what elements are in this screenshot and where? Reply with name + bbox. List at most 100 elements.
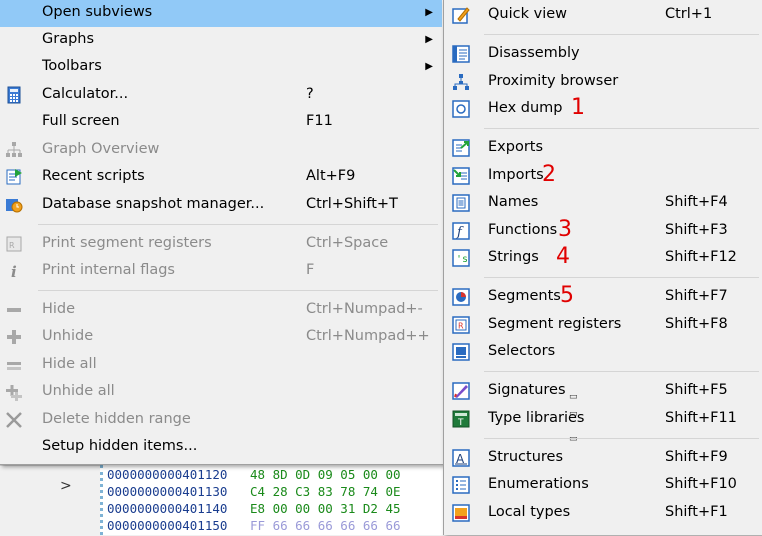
menu-item-functions[interactable]: f Functions Shift+F3 3 xyxy=(444,218,762,245)
menu-item-hide[interactable]: Hide Ctrl+Numpad+- xyxy=(0,297,442,324)
minus-icon xyxy=(7,308,21,312)
menu-item-label: Setup hidden items... xyxy=(42,438,198,454)
hex-line: 0000000000401120 48 8D 0D 09 05 00 00 xyxy=(107,467,401,482)
menu-item-delete-hidden-range[interactable]: Delete hidden range xyxy=(0,407,442,434)
menu-item-graph-overview[interactable]: Graph Overview xyxy=(0,137,442,164)
hex-address: 0000000000401130 xyxy=(107,484,228,499)
menu-item-shortcut: Ctrl+Numpad+- xyxy=(306,301,423,317)
proximity-icon xyxy=(453,74,469,90)
menu-item-label: Segment registers xyxy=(488,316,622,332)
menu-item-recent-scripts[interactable]: Recent scripts Alt+F9 xyxy=(0,164,442,191)
menu-item-label: Open subviews xyxy=(42,4,153,20)
exports-icon xyxy=(452,139,470,157)
submenu-arrow-icon: ▶ xyxy=(425,61,433,72)
menu-item-shortcut: Shift+F3 xyxy=(665,222,728,238)
svg-text:R: R xyxy=(9,241,15,250)
menu-item-imports[interactable]: Imports 2 xyxy=(444,163,762,190)
menu-item-shortcut: Ctrl+Space xyxy=(306,235,389,251)
menu-item-label: Structures xyxy=(488,449,564,465)
menu-item-label: Hex dump xyxy=(488,100,563,116)
menu-item-segment-registers[interactable]: R Segment registers Shift+F8 xyxy=(444,312,762,339)
menu-item-print-segment-registers[interactable]: R Print segment registers Ctrl+Space xyxy=(0,231,442,258)
menu-item-label: Quick view xyxy=(488,6,567,22)
menu-item-strings[interactable]: 's' Strings Shift+F12 4 xyxy=(444,245,762,272)
hex-line: 0000000000401140 E8 00 00 00 31 D2 45 xyxy=(107,501,401,516)
annotation-number: 5 xyxy=(560,283,574,308)
menu-separator xyxy=(484,371,759,372)
menu-item-graphs[interactable]: Graphs ▶ xyxy=(0,27,442,54)
names-icon xyxy=(452,194,470,212)
menu-item-database-snapshot-manager[interactable]: Database snapshot manager... Ctrl+Shift+… xyxy=(0,192,442,219)
annotation-number: 3 xyxy=(558,217,572,242)
menu-item-type-libraries[interactable]: T Type libraries Shift+F11 ▭ ▭ xyxy=(444,406,762,444)
menu-item-label: Full screen xyxy=(42,113,120,129)
menu-item-label: Enumerations xyxy=(488,476,589,492)
menu-separator xyxy=(484,128,759,129)
menu-item-proximity-browser[interactable]: Proximity browser xyxy=(444,69,762,96)
quick-view-icon xyxy=(452,7,470,24)
hex-bytes: FF 66 66 66 66 66 66 xyxy=(250,518,401,533)
menu-item-label: Graph Overview xyxy=(42,141,160,157)
menu-item-calculator[interactable]: Calculator... ? xyxy=(0,82,442,109)
hex-view[interactable]: 0000000000401120 48 8D 0D 09 05 00 00 00… xyxy=(100,465,448,535)
menu-item-label: Print internal flags xyxy=(42,262,175,278)
info-icon: i xyxy=(11,263,17,280)
hex-dump-icon xyxy=(452,100,470,118)
menu-item-disassembly[interactable]: Disassembly xyxy=(444,41,762,68)
menu-item-label: Unhide all xyxy=(42,383,115,399)
menu-item-toolbars[interactable]: Toolbars ▶ xyxy=(0,54,442,81)
collapse-arrow[interactable]: > xyxy=(60,478,72,494)
menu-item-setup-hidden-items[interactable]: Setup hidden items... xyxy=(0,434,442,461)
menu-item-label: Unhide xyxy=(42,328,94,344)
minus-all-icon xyxy=(7,362,21,370)
structures-icon: A xyxy=(452,449,470,467)
menu-separator xyxy=(484,438,759,439)
menu-item-hide-all[interactable]: Hide all xyxy=(0,352,442,379)
menu-item-structures[interactable]: A Structures Shift+F9 xyxy=(444,445,762,472)
menu-item-unhide[interactable]: Unhide Ctrl+Numpad++ xyxy=(0,324,442,351)
menu-item-shortcut: Shift+F12 xyxy=(665,249,737,265)
menu-item-local-types[interactable]: Local types Shift+F1 xyxy=(444,500,762,527)
segments-icon xyxy=(452,288,470,306)
menu-item-label: Names xyxy=(488,194,539,210)
menu-item-label: Segments xyxy=(488,288,561,304)
local-types-icon xyxy=(452,504,470,522)
menu-item-names[interactable]: Names Shift+F4 xyxy=(444,190,762,217)
menu-item-shortcut: Shift+F10 xyxy=(665,476,737,492)
menu-separator xyxy=(38,224,438,225)
menu-item-shortcut: Shift+F11 xyxy=(665,410,737,426)
annotation-number: 2 xyxy=(542,162,556,187)
menu-item-shortcut: ? xyxy=(306,86,314,102)
menu-item-label: Hide all xyxy=(42,356,97,372)
menu-item-label: Exports xyxy=(488,139,544,155)
menu-item-unhide-all[interactable]: Unhide all xyxy=(0,379,442,406)
menu-item-signatures[interactable]: Signatures Shift+F5 ▭ xyxy=(444,378,762,405)
menu-item-shortcut: Shift+F7 xyxy=(665,288,728,304)
menu-item-hex-dump[interactable]: Hex dump 1 xyxy=(444,96,762,123)
menu-item-label: Delete hidden range xyxy=(42,411,191,427)
menu-item-quick-view[interactable]: Quick view Ctrl+1 xyxy=(444,2,762,29)
menu-item-print-internal-flags[interactable]: i Print internal flags F xyxy=(0,258,442,285)
menu-item-open-subviews[interactable]: Open subviews ▶ xyxy=(0,0,442,27)
menu-item-shortcut: Shift+F4 xyxy=(665,194,728,210)
background-panel: > xyxy=(0,465,100,536)
menu-item-enumerations[interactable]: Enumerations Shift+F10 xyxy=(444,472,762,499)
menu-item-segments[interactable]: Segments Shift+F7 5 xyxy=(444,284,762,311)
menu-item-exports[interactable]: Exports xyxy=(444,135,762,162)
segment-registers-icon: R xyxy=(452,316,470,334)
hex-line: 0000000000401150 FF 66 66 66 66 66 66 xyxy=(107,518,401,533)
graph-tree-icon xyxy=(6,142,22,157)
enumerations-icon xyxy=(452,476,470,494)
menu-item-label: Disassembly xyxy=(488,45,580,61)
strings-icon: 's' xyxy=(452,249,470,267)
script-icon xyxy=(6,169,22,185)
open-subviews-submenu: Quick view Ctrl+1 Disassembly Proximity … xyxy=(443,0,762,535)
hex-line: 0000000000401130 C4 28 C3 83 78 74 0E xyxy=(107,484,401,499)
menu-item-selectors[interactable]: Selectors xyxy=(444,339,762,366)
svg-text:i: i xyxy=(11,263,17,280)
menu-item-full-screen[interactable]: Full screen F11 xyxy=(0,109,442,136)
submenu-arrow-icon: ▶ xyxy=(425,7,433,18)
menu-item-label: Graphs xyxy=(42,31,95,47)
menu-item-label: Calculator... xyxy=(42,86,129,102)
hex-bytes: E8 00 00 00 31 D2 45 xyxy=(250,501,401,516)
